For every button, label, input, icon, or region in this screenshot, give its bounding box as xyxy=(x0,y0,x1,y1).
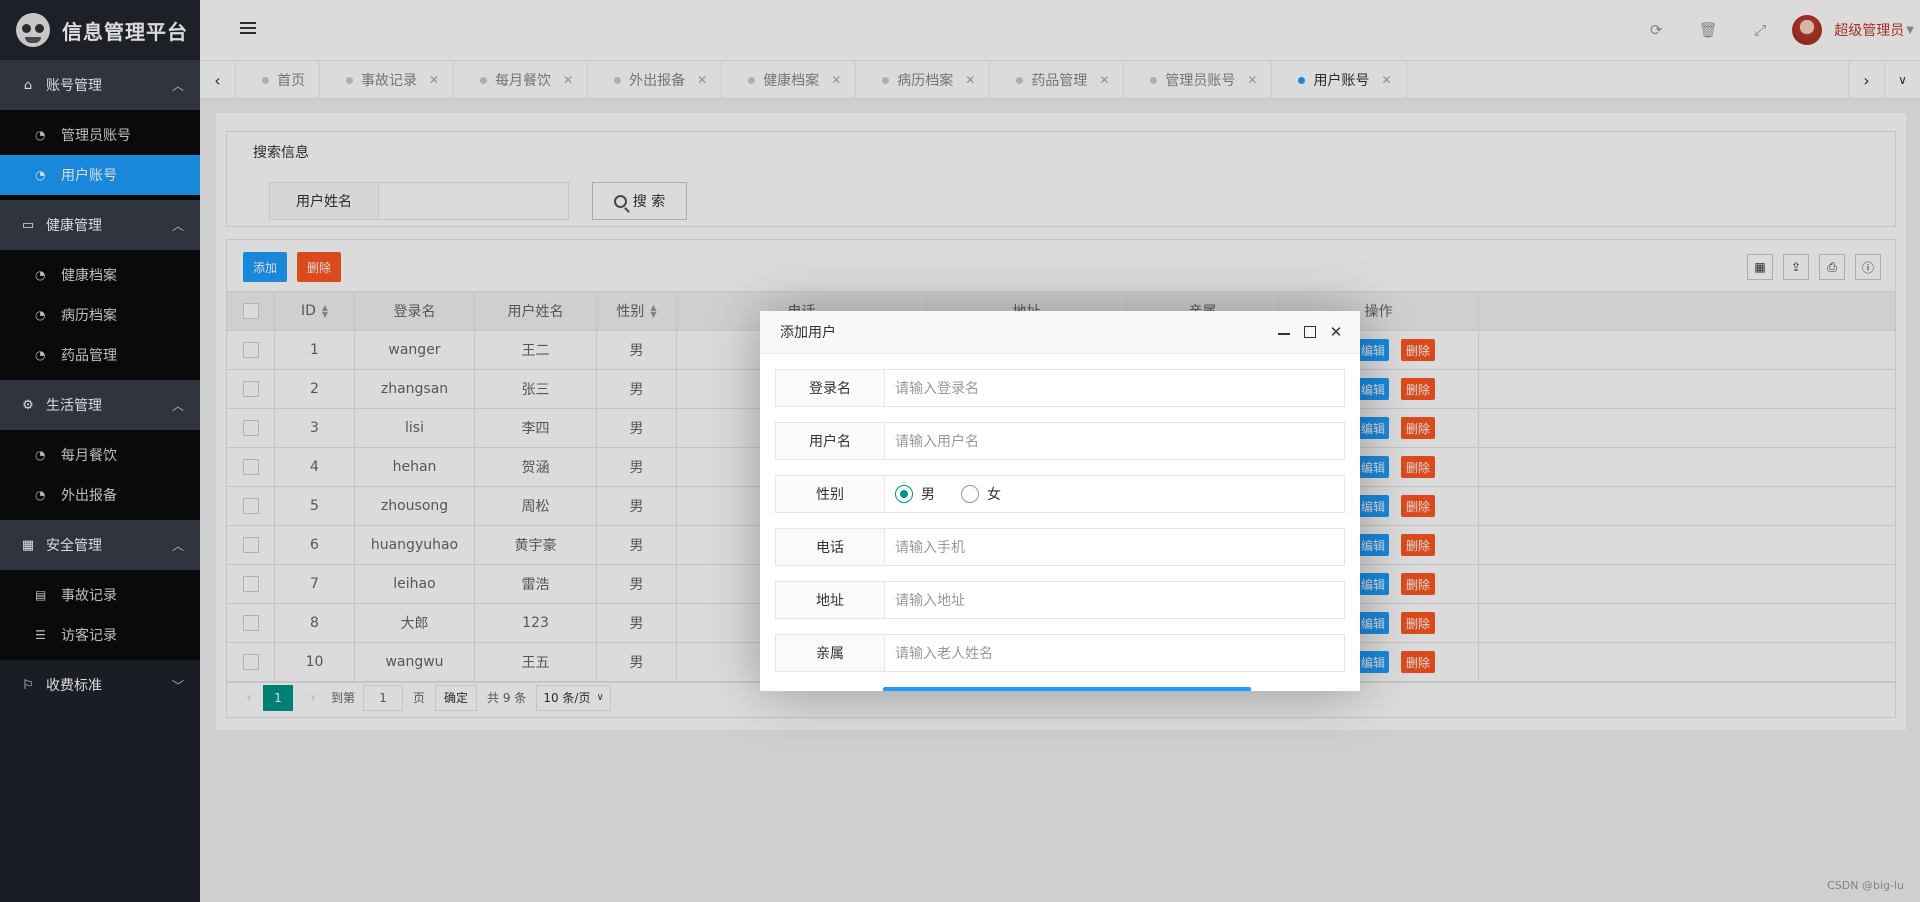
form-row-address: 地址 请输入地址 xyxy=(775,581,1345,619)
close-icon[interactable]: ✕ xyxy=(1326,323,1346,341)
dialog-title-bar[interactable]: 添加用户 ✕ xyxy=(760,311,1360,354)
form-row-username: 用户名 请输入用户名 xyxy=(775,422,1345,460)
form-row-login: 登录名 请输入登录名 xyxy=(775,369,1345,407)
radio-male[interactable]: 男 xyxy=(895,484,935,504)
form-label: 电话 xyxy=(775,528,885,566)
username-input[interactable]: 请输入用户名 xyxy=(885,422,1345,460)
minimize-icon[interactable] xyxy=(1274,323,1294,341)
form-label: 性别 xyxy=(775,475,885,513)
dialog-title: 添加用户 xyxy=(780,325,836,341)
form-label: 登录名 xyxy=(775,369,885,407)
radio-female[interactable]: 女 xyxy=(961,484,1001,504)
add-user-dialog: 添加用户 ✕ 登录名 请输入登录名 用户名 请输入用户名 性别 男 女 电话 请… xyxy=(760,311,1360,691)
sex-radio-group: 男 女 xyxy=(885,475,1345,513)
radio-label: 男 xyxy=(921,487,935,503)
address-input[interactable]: 请输入地址 xyxy=(885,581,1345,619)
form-label: 用户名 xyxy=(775,422,885,460)
radio-checked-icon xyxy=(895,485,913,503)
relative-input[interactable]: 请输入老人姓名 xyxy=(885,634,1345,672)
submit-button-edge[interactable] xyxy=(883,687,1251,691)
form-row-phone: 电话 请输入手机 xyxy=(775,528,1345,566)
form-row-sex: 性别 男 女 xyxy=(775,475,1345,513)
maximize-icon[interactable] xyxy=(1300,323,1320,341)
login-name-input[interactable]: 请输入登录名 xyxy=(885,369,1345,407)
form-label: 地址 xyxy=(775,581,885,619)
radio-label: 女 xyxy=(987,487,1001,503)
form-row-relative: 亲属 请输入老人姓名 xyxy=(775,634,1345,672)
phone-input[interactable]: 请输入手机 xyxy=(885,528,1345,566)
form-label: 亲属 xyxy=(775,634,885,672)
radio-unchecked-icon xyxy=(961,485,979,503)
